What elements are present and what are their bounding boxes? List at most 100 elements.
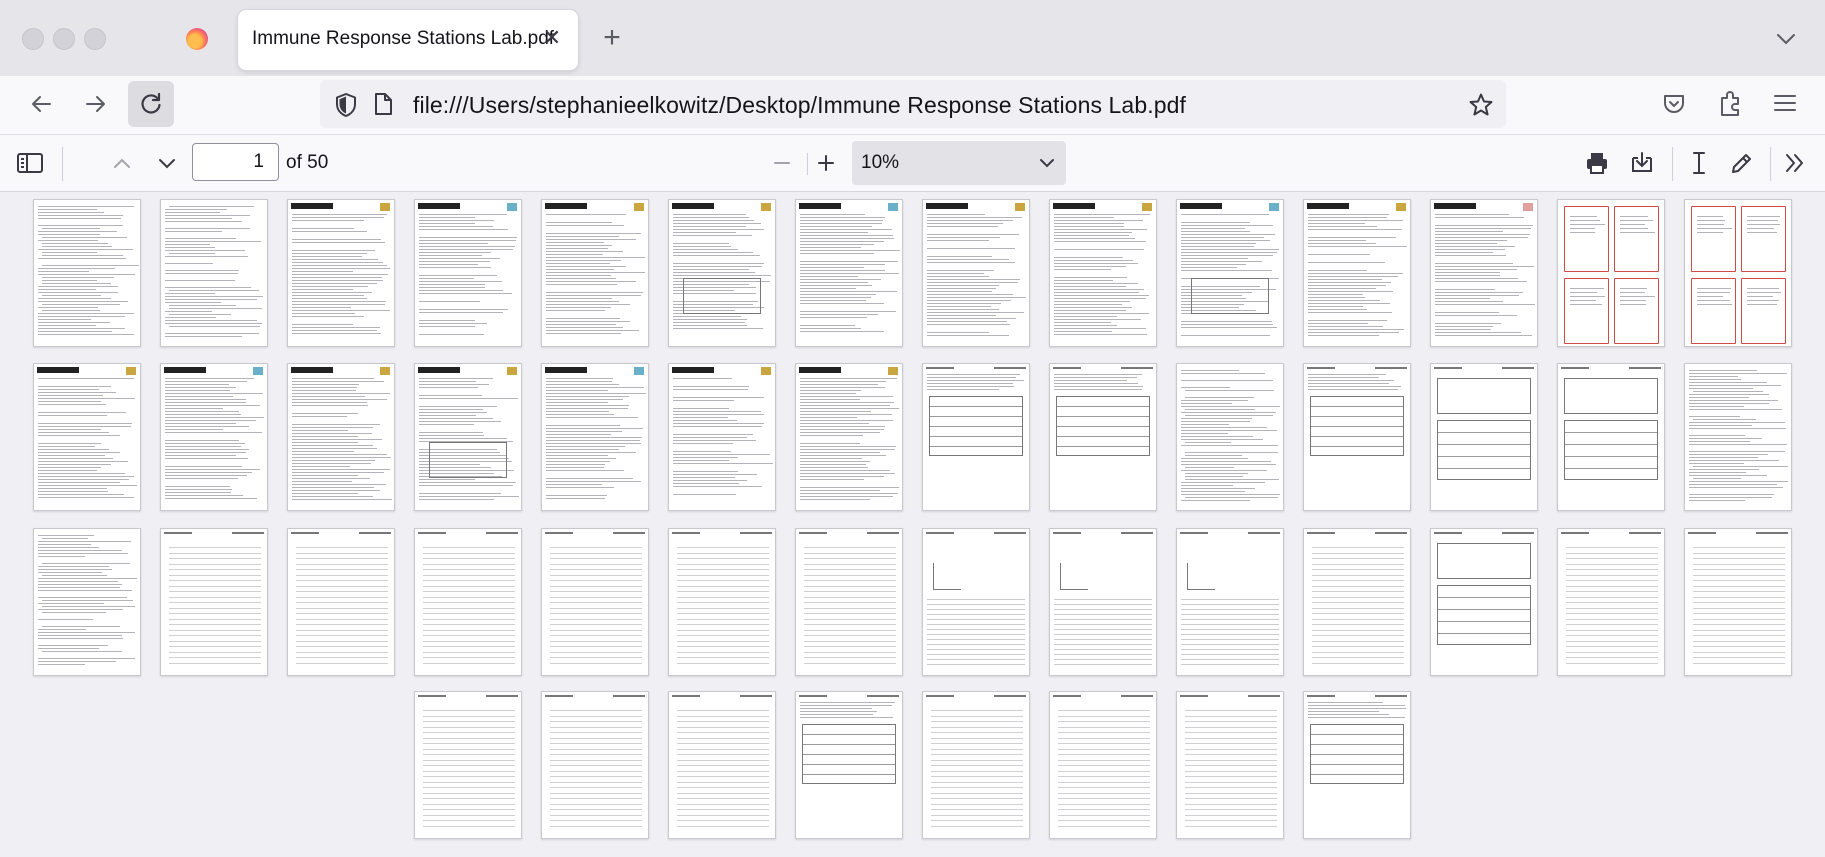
page-thumbnail[interactable] (1303, 199, 1411, 347)
menu-hamburger-icon[interactable] (1772, 91, 1798, 115)
page-thumbnail[interactable] (1176, 691, 1284, 839)
zoom-out-button[interactable] (762, 143, 802, 183)
page-thumbnail[interactable] (1430, 199, 1538, 347)
page-thumbnail[interactable] (1176, 528, 1284, 676)
page-content-mark (1311, 406, 1403, 407)
page-content-mark (38, 566, 110, 567)
page-thumbnail[interactable] (1430, 363, 1538, 511)
page-content-mark (1375, 695, 1407, 697)
page-thumbnail[interactable] (1049, 363, 1157, 511)
page-thumbnail[interactable] (1176, 363, 1284, 511)
window-close-button[interactable] (22, 28, 44, 50)
bookmark-star-icon[interactable] (1468, 92, 1494, 118)
page-thumbnail[interactable] (1684, 363, 1792, 511)
page-thumbnail[interactable] (1557, 199, 1665, 347)
active-tab[interactable]: Immune Response Stations Lab.pdf ✕ (238, 10, 578, 70)
page-thumbnail[interactable] (1557, 528, 1665, 676)
page-thumbnail[interactable] (414, 691, 522, 839)
page-thumbnail[interactable] (1557, 363, 1665, 511)
new-tab-button[interactable]: + (595, 22, 629, 56)
station-badge-icon (253, 367, 263, 375)
page-thumbnail[interactable] (795, 199, 903, 347)
forward-button[interactable] (73, 81, 119, 127)
page-thumbnail[interactable] (795, 363, 903, 511)
firefox-view-icon[interactable] (186, 28, 208, 50)
pocket-icon[interactable] (1661, 91, 1687, 117)
previous-page-button[interactable] (102, 143, 142, 183)
text-tool-button[interactable] (1679, 143, 1719, 183)
tools-overflow-button[interactable] (1775, 143, 1815, 183)
page-content-mark (677, 596, 769, 598)
page-content-mark (165, 238, 237, 239)
tab-close-button[interactable]: ✕ (538, 24, 566, 52)
page-thumbnail[interactable] (922, 199, 1030, 347)
page-thumbnail[interactable] (668, 528, 776, 676)
reload-button[interactable] (128, 81, 174, 127)
page-thumbnail[interactable] (668, 691, 776, 839)
page-content-mark (1054, 639, 1152, 640)
page-thumbnail[interactable] (1303, 363, 1411, 511)
page-thumbnail[interactable] (160, 528, 268, 676)
page-thumbnail[interactable] (1049, 199, 1157, 347)
page-thumbnail[interactable] (414, 363, 522, 511)
print-button[interactable] (1577, 143, 1617, 183)
page-content-mark (550, 798, 642, 799)
page-thumbnail[interactable] (1684, 528, 1792, 676)
page-thumbnail[interactable] (1176, 199, 1284, 347)
page-thumbnail[interactable] (1303, 528, 1411, 676)
next-page-button[interactable] (147, 143, 187, 183)
window-zoom-button[interactable] (84, 28, 106, 50)
page-content-mark (1181, 485, 1233, 486)
pdf-viewer[interactable] (0, 192, 1825, 857)
shield-icon[interactable] (334, 92, 358, 118)
page-thumbnail[interactable] (668, 363, 776, 511)
page-thumbnail[interactable] (287, 363, 395, 511)
page-thumbnail[interactable] (287, 528, 395, 676)
page-thumbnail[interactable] (33, 528, 141, 676)
page-content-mark (1181, 327, 1278, 328)
url-bar[interactable]: file:///Users/stephanieelkowitz/Desktop/… (320, 80, 1506, 128)
page-number-input[interactable]: 1 (192, 143, 279, 181)
page-thumbnail[interactable] (1430, 528, 1538, 676)
page-content-mark (1181, 400, 1248, 401)
page-thumbnail[interactable] (795, 528, 903, 676)
page-thumbnail[interactable] (541, 199, 649, 347)
page-content-mark (800, 294, 876, 295)
page-thumbnail[interactable] (668, 199, 776, 347)
zoom-select[interactable]: 10% (852, 141, 1066, 185)
page-content-mark (38, 319, 91, 320)
tab-list-chevron-icon[interactable] (1773, 26, 1799, 52)
page-thumbnail[interactable] (287, 199, 395, 347)
page-thumbnail[interactable] (1049, 691, 1157, 839)
page-thumbnail[interactable] (541, 691, 649, 839)
page-content-mark (800, 291, 898, 292)
page-thumbnail[interactable] (33, 199, 141, 347)
page-thumbnail[interactable] (160, 199, 268, 347)
draw-tool-button[interactable] (1722, 143, 1762, 183)
sidebar-toggle-button[interactable] (10, 143, 50, 183)
page-thumbnail[interactable] (160, 363, 268, 511)
page-content-mark (1438, 468, 1530, 469)
page-thumbnail[interactable] (922, 528, 1030, 676)
extensions-icon[interactable] (1717, 90, 1743, 118)
page-thumbnail[interactable] (33, 363, 141, 511)
station-badge-icon (380, 203, 390, 211)
page-thumbnail[interactable] (922, 363, 1030, 511)
page-thumbnail[interactable] (541, 528, 649, 676)
zoom-in-button[interactable] (806, 143, 846, 183)
back-button[interactable] (18, 81, 64, 127)
page-thumbnail[interactable] (414, 199, 522, 347)
page-thumbnail[interactable] (1049, 528, 1157, 676)
page-content-mark (931, 809, 1023, 810)
page-content-mark (1308, 323, 1369, 324)
page-content-mark (931, 770, 1023, 772)
page-thumbnail[interactable] (1684, 199, 1792, 347)
page-thumbnail[interactable] (414, 528, 522, 676)
page-content-mark (546, 467, 604, 468)
page-thumbnail[interactable] (795, 691, 903, 839)
page-thumbnail[interactable] (1303, 691, 1411, 839)
page-thumbnail[interactable] (922, 691, 1030, 839)
window-minimize-button[interactable] (53, 28, 75, 50)
page-thumbnail[interactable] (541, 363, 649, 511)
save-button[interactable] (1622, 143, 1662, 183)
